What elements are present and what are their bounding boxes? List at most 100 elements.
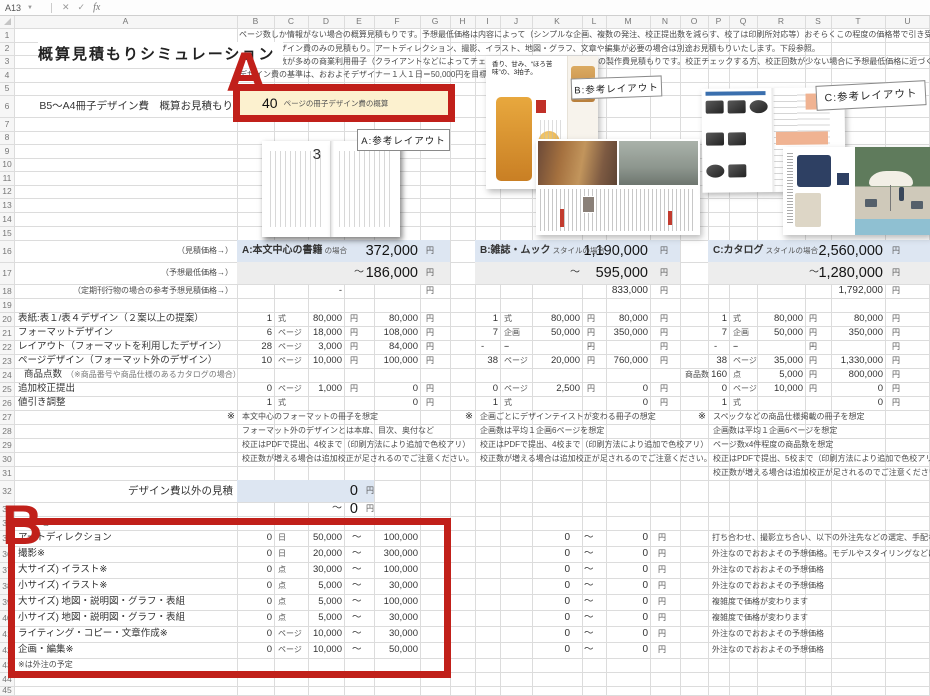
detail-label-note-24[interactable]: （※商品番号や商品仕様のあるカタログの場合） — [64, 368, 287, 382]
column-header-S[interactable]: S — [805, 15, 831, 28]
column-header-I[interactable]: I — [475, 15, 500, 28]
detail-20-a-qty[interactable]: 1 — [237, 312, 274, 326]
note-star-b[interactable]: ※ — [450, 410, 475, 424]
row-header-9[interactable]: 9 — [0, 144, 14, 158]
row-header-22[interactable]: 22 — [0, 340, 14, 354]
estimate-value-c[interactable]: 2,560,000 — [729, 240, 885, 262]
detail-25-a-price[interactable]: 1,000 — [274, 382, 344, 396]
note-a-4[interactable]: 校正数が増える場合は追加校正が足されるのでご注意ください。 — [240, 452, 453, 466]
column-header-U[interactable]: U — [885, 15, 930, 28]
price-label-min[interactable]: （予想最低価格→） — [14, 262, 237, 284]
row-header-25[interactable]: 25 — [0, 382, 14, 396]
note-a-3[interactable]: 校正はPDFで提出、4校まで（印刷方法により追加で色校アリ） — [240, 438, 453, 452]
row-header-27[interactable]: 27 — [0, 410, 14, 424]
column-header-J[interactable]: J — [500, 15, 532, 28]
name-box-dropdown-icon[interactable]: ▼ — [27, 5, 33, 11]
option-total2-5[interactable]: 0 — [582, 594, 650, 610]
option-total2-7[interactable]: 0 — [582, 626, 650, 642]
price-label-periodical[interactable]: （定期刊行物の場合の参考予想見積価格→） — [14, 284, 237, 298]
option-remark-7[interactable]: 外注なのでおおよその予想価格 — [710, 626, 930, 642]
column-header-Q[interactable]: Q — [729, 15, 757, 28]
min-yen-c[interactable]: 円 — [890, 262, 930, 284]
detail-25-c-total-yen[interactable]: 円 — [890, 382, 930, 396]
option-total2-2[interactable]: 0 — [582, 546, 650, 562]
detail-26-a-unit[interactable]: 式 — [276, 396, 310, 410]
detail-25-a-qty[interactable]: 0 — [237, 382, 274, 396]
detail-label-22[interactable]: レイアウト（フォーマットを利用したデザイン） — [16, 340, 239, 354]
row-header-12[interactable]: 12 — [0, 185, 14, 198]
row-header-31[interactable]: 31 — [0, 466, 14, 480]
option-remark-4[interactable]: 外注なのでおおよその予想価格 — [710, 578, 930, 594]
detail-22-a-total[interactable]: 84,000 — [344, 340, 420, 354]
note-star-a[interactable]: ※ — [14, 410, 237, 424]
row-header-24[interactable]: 24 — [0, 368, 14, 382]
note-c-3[interactable]: ページ数x4件程度の商品数を想定 — [711, 438, 930, 452]
column-header-A[interactable]: A — [14, 15, 237, 28]
other-estimate-label[interactable]: デザイン費以外の見積 — [14, 480, 237, 502]
detail-23-b-price[interactable]: 20,000 — [500, 354, 582, 368]
note-b-1[interactable]: 企画ごとにデザインテイストが変わる冊子の想定 — [478, 410, 683, 424]
detail-20-b-qty[interactable]: 1 — [475, 312, 500, 326]
estimate-value-a[interactable]: 372,000 — [274, 240, 420, 262]
detail-24-c-qty[interactable]: 160 — [708, 368, 729, 382]
other-estimate-value[interactable]: 0 — [330, 480, 360, 502]
name-box[interactable]: A13 ▼ — [0, 3, 45, 13]
detail-26-b-total-yen[interactable]: 円 — [658, 396, 688, 410]
cancel-icon[interactable]: ✕ — [62, 2, 70, 13]
detail-22-b-qty[interactable]: - — [479, 340, 504, 354]
column-header-E[interactable]: E — [344, 15, 374, 28]
layout-label-a[interactable]: A:参考レイアウト — [357, 129, 450, 151]
periodical-yen-b[interactable]: 円 — [658, 284, 688, 298]
periodical-yen-c[interactable]: 円 — [890, 284, 930, 298]
row-header-8[interactable]: 8 — [0, 131, 14, 144]
row-header-6[interactable]: 6 — [0, 95, 14, 117]
row-header-2[interactable]: 2 — [0, 42, 14, 55]
min-value-a[interactable]: 186,000 — [274, 262, 420, 284]
note-c-1[interactable]: スペックなどの商品仕様掲載の冊子を想定 — [711, 410, 930, 424]
detail-23-c-price[interactable]: 35,000 — [729, 354, 805, 368]
detail-23-a-total[interactable]: 100,000 — [344, 354, 420, 368]
detail-25-b-total[interactable]: 0 — [582, 382, 650, 396]
note-star-c[interactable]: ※ — [680, 410, 708, 424]
detail-21-c-price[interactable]: 50,000 — [729, 326, 805, 340]
row-header-20[interactable]: 20 — [0, 312, 14, 326]
detail-24-c-total[interactable]: 800,000 — [805, 368, 885, 382]
detail-25-c-qty[interactable]: 0 — [708, 382, 729, 396]
insert-function-icon[interactable]: fx — [93, 2, 100, 13]
detail-26-c-unit[interactable]: 式 — [731, 396, 759, 410]
option-qty2-8[interactable]: 0 — [490, 642, 572, 658]
row-header-5[interactable]: 5 — [0, 82, 14, 95]
row-header-3[interactable]: 3 — [0, 55, 14, 68]
intro-line-1[interactable]: ページ数しか情報がない場合の概算見積もりです。予想最低価格は内容によって（シンプ… — [237, 28, 930, 42]
detail-26-a-qty[interactable]: 1 — [237, 396, 274, 410]
detail-20-b-total-yen[interactable]: 円 — [658, 312, 688, 326]
detail-21-c-total[interactable]: 350,000 — [805, 326, 885, 340]
detail-label-25[interactable]: 追加校正提出 — [16, 382, 239, 396]
row-header-11[interactable]: 11 — [0, 171, 14, 185]
detail-24-c-total-yen[interactable]: 円 — [890, 368, 930, 382]
detail-26-c-total-yen[interactable]: 円 — [890, 396, 930, 410]
layout-label-c[interactable]: C:参考レイアウト — [815, 80, 926, 111]
row-header-29[interactable]: 29 — [0, 438, 14, 452]
detail-21-a-total[interactable]: 108,000 — [344, 326, 420, 340]
detail-20-c-total-yen[interactable]: 円 — [890, 312, 930, 326]
detail-label-21[interactable]: フォーマットデザイン — [16, 326, 239, 340]
column-header-H[interactable]: H — [450, 15, 475, 28]
layout-label-b[interactable]: B:参考レイアウト — [571, 75, 663, 99]
column-header-M[interactable]: M — [606, 15, 650, 28]
row-header-17[interactable]: 17 — [0, 262, 14, 284]
detail-20-c-price[interactable]: 80,000 — [729, 312, 805, 326]
detail-23-c-total[interactable]: 1,330,000 — [805, 354, 885, 368]
detail-21-a-price[interactable]: 18,000 — [274, 326, 344, 340]
detail-24-c-price[interactable]: 5,000 — [729, 368, 805, 382]
option-qty2-6[interactable]: 0 — [490, 610, 572, 626]
detail-20-a-total[interactable]: 80,000 — [344, 312, 420, 326]
detail-26-b-total[interactable]: 0 — [582, 396, 650, 410]
detail-26-c-total[interactable]: 0 — [805, 396, 885, 410]
min-yen-b[interactable]: 円 — [658, 262, 688, 284]
option-total2-1[interactable]: 0 — [582, 530, 650, 546]
option-total2-6[interactable]: 0 — [582, 610, 650, 626]
option-yen2-4[interactable]: 円 — [656, 578, 686, 594]
detail-25-c-total[interactable]: 0 — [805, 382, 885, 396]
detail-21-a-total-yen[interactable]: 円 — [424, 326, 454, 340]
